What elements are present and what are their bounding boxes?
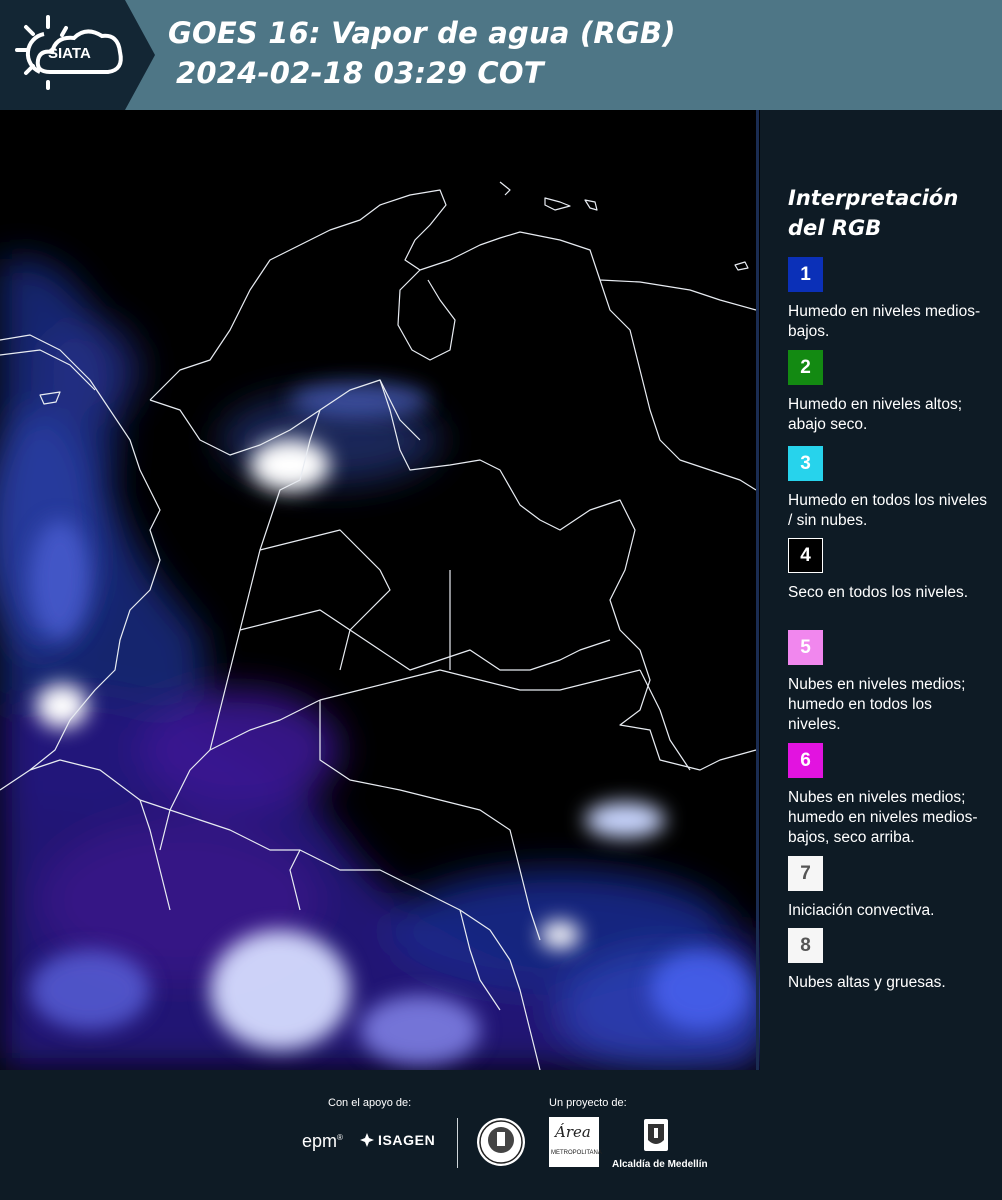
- area-logo-text: Área: [555, 1123, 591, 1141]
- legend-item-3: 3 Humedo en todos los niveles / sin nube…: [788, 446, 988, 531]
- alcaldia-shield-icon: [643, 1118, 669, 1154]
- legend-description-4: Seco en todos los niveles.: [788, 584, 969, 601]
- legend-description-8: Nubes altas y gruesas.: [788, 974, 946, 991]
- siata-logo[interactable]: SIATA: [0, 0, 155, 110]
- page-title: GOES 16: Vapor de agua (RGB): [168, 16, 676, 50]
- legend-description-3: Humedo en todos los niveles / sin nubes.: [788, 492, 988, 529]
- legend-swatch-4: 4: [788, 538, 823, 573]
- registered-mark: ®: [337, 1133, 343, 1142]
- legend-description-5: Nubes en niveles medios; humedo en todos…: [788, 676, 966, 733]
- legend-number-1: 1: [800, 263, 811, 285]
- legend-title: Interpretación del RGB: [788, 183, 988, 243]
- legend-description-7: Iniciación convectiva.: [788, 902, 935, 919]
- legend-swatch-1: 1: [788, 257, 823, 292]
- legend-item-6: 6 Nubes en niveles medios; humedo en niv…: [788, 743, 988, 848]
- isagen-logo-text: ISAGEN: [378, 1132, 436, 1148]
- siata-logo-text: SIATA: [48, 45, 91, 62]
- legend-description-2: Humedo en niveles altos; abajo seco.: [788, 396, 963, 433]
- legend-title-line2: del RGB: [788, 216, 882, 240]
- legend-swatch-5: 5: [788, 630, 823, 665]
- map-edge: [756, 110, 759, 1070]
- legend-description-6: Nubes en niveles medios; humedo en nivel…: [788, 789, 978, 846]
- legend-item-1: 1 Humedo en niveles medios-bajos.: [788, 257, 988, 342]
- footer-divider: [457, 1118, 458, 1168]
- legend-swatch-6: 6: [788, 743, 823, 778]
- epm-logo-text: epm: [302, 1131, 338, 1151]
- legend-number-2: 2: [800, 356, 811, 378]
- project-label: Un proyecto de:: [549, 1097, 627, 1109]
- epm-logo[interactable]: epm®: [302, 1131, 343, 1152]
- legend-number-8: 8: [800, 934, 811, 956]
- legend-swatch-2: 2: [788, 350, 823, 385]
- alcaldia-caption: Alcaldía de Medellín: [612, 1159, 708, 1170]
- timestamp: 2024-02-18 03:29 COT: [176, 56, 544, 90]
- legend-swatch-7: 7: [788, 856, 823, 891]
- legend-number-3: 3: [800, 452, 811, 474]
- isagen-icon: [360, 1133, 374, 1147]
- isagen-logo[interactable]: ISAGEN: [360, 1132, 435, 1148]
- legend-item-5: 5 Nubes en niveles medios; humedo en tod…: [788, 630, 988, 735]
- satellite-map[interactable]: [0, 110, 760, 1070]
- header: SIATA GOES 16: Vapor de agua (RGB) 2024-…: [0, 0, 1002, 110]
- support-label: Con el apoyo de:: [328, 1097, 412, 1109]
- legend-swatch-3: 3: [788, 446, 823, 481]
- legend-title-line1: Interpretación: [788, 186, 959, 210]
- legend-number-4: 4: [800, 544, 811, 566]
- legend-item-4: 4 Seco en todos los niveles.: [788, 538, 988, 603]
- legend-description-1: Humedo en niveles medios-bajos.: [788, 303, 981, 340]
- area-logo-caption: METROPOLITANA: [551, 1150, 602, 1156]
- map-image: [0, 110, 760, 1070]
- footer: Con el apoyo de: Un proyecto de: epm® IS…: [0, 1070, 1002, 1200]
- legend-item-8: 8 Nubes altas y gruesas.: [788, 928, 988, 993]
- area-metropolitana-logo[interactable]: Área METROPOLITANA: [549, 1117, 602, 1167]
- legend-item-7: 7 Iniciación convectiva.: [788, 856, 988, 921]
- legend-item-2: 2 Humedo en niveles altos; abajo seco.: [788, 350, 988, 435]
- legend-number-5: 5: [800, 636, 811, 658]
- antioquia-seal-icon[interactable]: [477, 1118, 525, 1166]
- legend-swatch-8: 8: [788, 928, 823, 963]
- legend-number-7: 7: [800, 862, 811, 884]
- legend-number-6: 6: [800, 749, 811, 771]
